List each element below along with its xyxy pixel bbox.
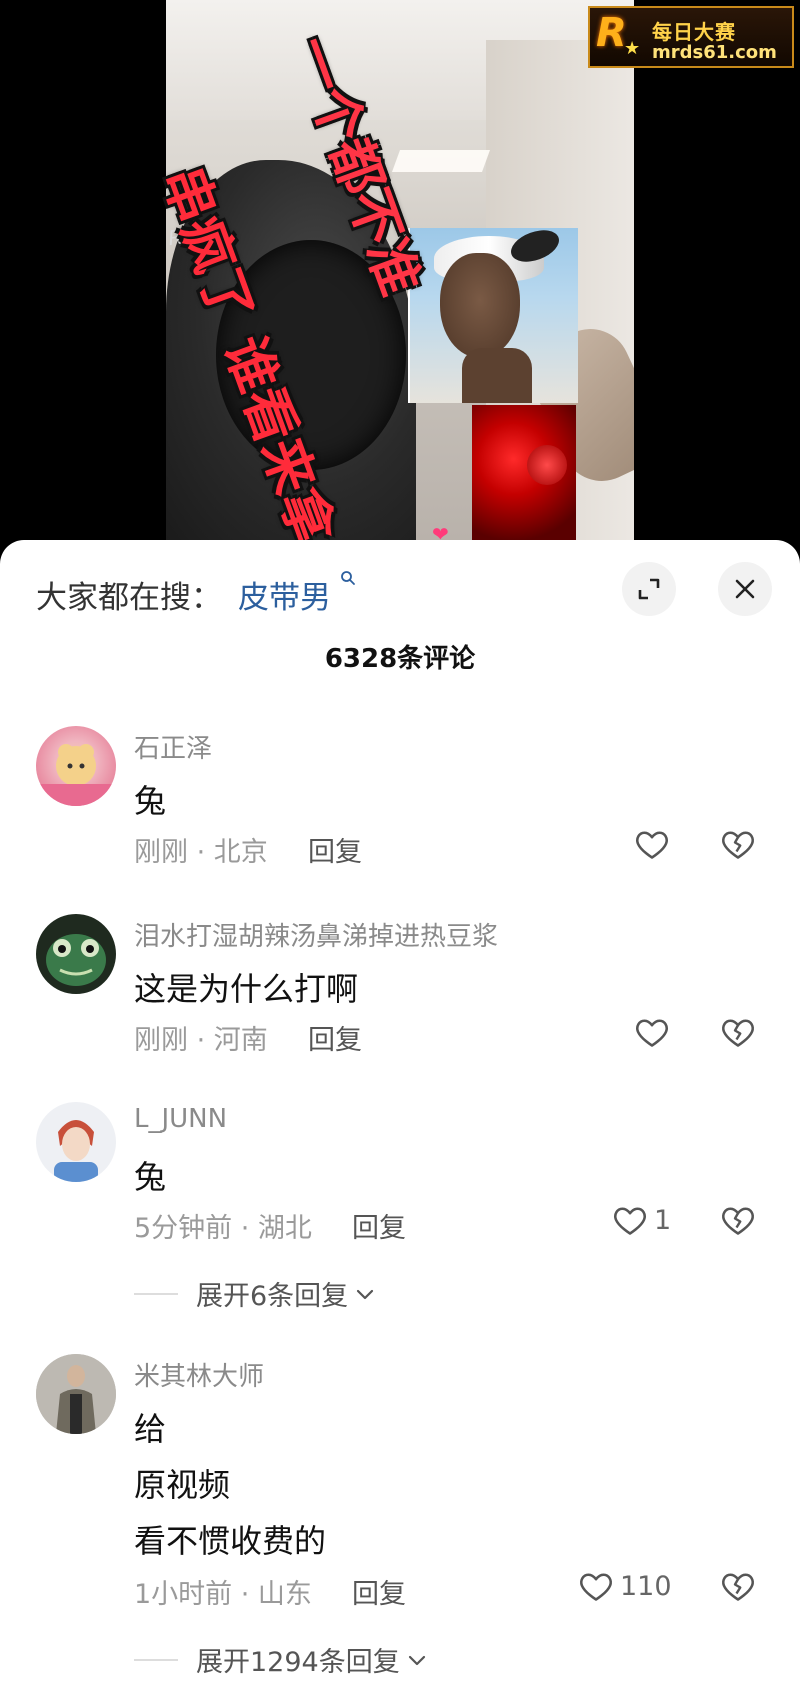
- comment-time-location: 刚刚 · 北京: [134, 837, 268, 868]
- expand-button[interactable]: [622, 562, 676, 616]
- broken-heart-icon[interactable]: [720, 826, 756, 862]
- avatar[interactable]: [36, 914, 116, 994]
- comment-sheet: 大家都在搜： 皮带男 6328条评论 石正泽 兔 刚刚 · 北京 回复 泪水打湿…: [0, 540, 800, 1704]
- broken-heart-icon[interactable]: [720, 1202, 756, 1238]
- avatar-image: [46, 934, 106, 986]
- portrait-face: [440, 253, 520, 358]
- comment-item: L_JUNN 兔 5分钟前 · 湖北 回复 1 展开6条回复: [0, 1102, 800, 1352]
- close-button[interactable]: [718, 562, 772, 616]
- expand-divider: [134, 1658, 178, 1661]
- comment-text-line: 看不惯收费的: [134, 1522, 327, 1560]
- chevron-down-icon: [357, 1289, 374, 1299]
- inset-roses-image: [472, 405, 576, 540]
- heart-icon: [636, 1019, 668, 1047]
- reply-button[interactable]: 回复: [308, 830, 362, 869]
- like-count: 110: [620, 1570, 672, 1602]
- broken-heart-icon[interactable]: [720, 1568, 756, 1604]
- reply-button[interactable]: 回复: [352, 1206, 406, 1245]
- inset-portrait-image: [408, 228, 578, 403]
- like-count: 1: [654, 1204, 672, 1236]
- watermark-title: 每日大赛: [652, 20, 736, 44]
- comment-username[interactable]: 泪水打湿胡辣汤鼻涕掉进热豆浆: [134, 916, 498, 953]
- watermark-badge: R ★ 每日大赛 mrds61.com: [588, 6, 794, 68]
- like-button[interactable]: 1: [612, 1202, 671, 1238]
- video-player[interactable]: Recon 串疯了 谁看来拿 一个都不准 ❤ R ★ 每日大赛 mrds61.c…: [0, 0, 800, 560]
- comment-item: 米其林大师 给 原视频 看不惯收费的 1小时前 · 山东 回复 110 展开12…: [0, 1354, 800, 1704]
- expand-replies-label: 展开6条回复: [196, 1281, 349, 1312]
- like-button[interactable]: [634, 1014, 676, 1050]
- expand-replies-button[interactable]: 展开1294条回复: [134, 1640, 428, 1679]
- expand-divider: [134, 1292, 178, 1295]
- broken-heart-icon[interactable]: [720, 1014, 756, 1050]
- like-button[interactable]: 110: [578, 1568, 672, 1604]
- comment-username[interactable]: L_JUNN: [134, 1104, 227, 1134]
- avatar-image: [54, 1120, 98, 1182]
- star-icon: ★: [624, 38, 641, 59]
- comment-username[interactable]: 米其林大师: [134, 1356, 264, 1393]
- avatar[interactable]: [36, 1102, 116, 1182]
- comment-item: 泪水打湿胡辣汤鼻涕掉进热豆浆 这是为什么打啊 刚刚 · 河南 回复: [0, 914, 800, 1104]
- avatar-image: [36, 1354, 116, 1434]
- reply-button[interactable]: 回复: [352, 1572, 406, 1611]
- expand-replies-label: 展开1294条回复: [196, 1647, 400, 1678]
- like-button[interactable]: [634, 826, 676, 862]
- portrait-neck: [462, 348, 532, 403]
- avatar[interactable]: [36, 726, 116, 806]
- comment-time-location: 刚刚 · 河南: [134, 1025, 268, 1056]
- comment-time-location: 1小时前 · 山东: [134, 1579, 312, 1610]
- comment-text: 兔: [134, 782, 167, 820]
- watermark-domain: mrds61.com: [652, 42, 777, 63]
- comment-text: 这是为什么打啊: [134, 970, 359, 1008]
- comment-count: 6328条评论: [324, 644, 476, 674]
- comment-time-location: 5分钟前 · 湖北: [134, 1213, 312, 1244]
- comment-text-line: 给: [134, 1410, 167, 1448]
- expand-replies-button[interactable]: 展开6条回复: [134, 1274, 376, 1313]
- search-suggestion-label: 大家都在搜：: [36, 580, 222, 616]
- reply-button[interactable]: 回复: [308, 1018, 362, 1057]
- comment-username[interactable]: 石正泽: [134, 728, 212, 765]
- heart-icon: [636, 831, 668, 859]
- search-icon[interactable]: [340, 570, 356, 586]
- comment-item: 石正泽 兔 刚刚 · 北京 回复: [0, 726, 800, 916]
- chevron-down-icon: [408, 1655, 425, 1665]
- heart-icon: [614, 1207, 646, 1235]
- video-ceiling-light: [391, 150, 491, 172]
- close-icon: [735, 579, 755, 599]
- avatar-image: [36, 744, 116, 806]
- comment-text: 兔: [134, 1158, 167, 1196]
- watermark-logo: R: [596, 10, 627, 56]
- search-suggestion-link[interactable]: 皮带男: [238, 572, 331, 617]
- avatar[interactable]: [36, 1354, 116, 1434]
- heart-icon: [580, 1573, 612, 1601]
- expand-icon: [638, 578, 660, 600]
- comment-text-line: 原视频: [134, 1466, 231, 1504]
